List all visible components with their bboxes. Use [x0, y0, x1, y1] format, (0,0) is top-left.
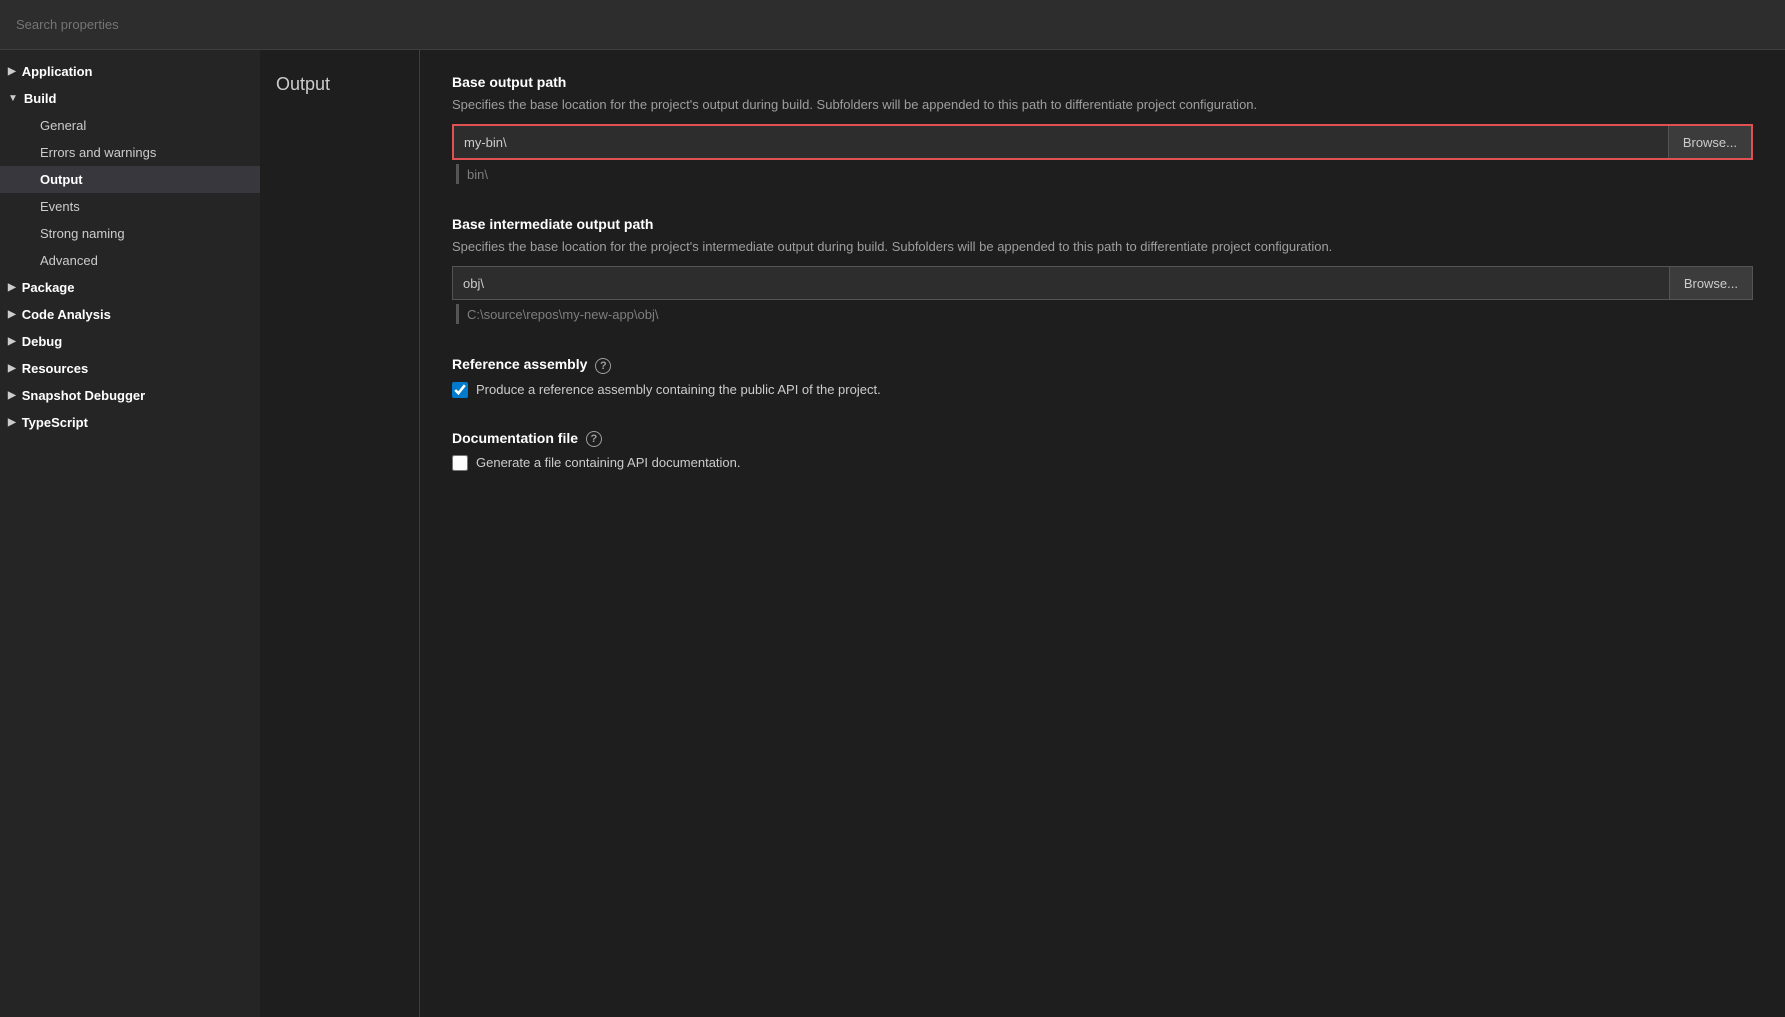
- reference-assembly-checkbox[interactable]: [452, 382, 468, 398]
- chevron-right-icon-codeanalysis: ▶: [8, 309, 16, 320]
- sidebar-item-snapshot-debugger[interactable]: ▶ Snapshot Debugger: [0, 382, 260, 409]
- chevron-down-icon: ▼: [8, 93, 18, 104]
- settings-panel: Base output path Specifies the base loca…: [420, 50, 1785, 1017]
- reference-assembly-help-icon[interactable]: ?: [595, 358, 611, 374]
- base-intermediate-path-description: Specifies the base location for the proj…: [452, 238, 1753, 256]
- section-title: Output: [276, 74, 403, 95]
- reference-assembly-label: Reference assembly ?: [452, 356, 1753, 373]
- hint-bar-output: [456, 164, 459, 184]
- base-output-hint: bin\: [467, 167, 488, 182]
- sidebar-item-typescript[interactable]: ▶ TypeScript: [0, 409, 260, 436]
- sidebar-item-application[interactable]: ▶ Application: [0, 58, 260, 85]
- chevron-right-icon-resources: ▶: [8, 363, 16, 374]
- sidebar-item-build-errors[interactable]: Errors and warnings: [0, 139, 260, 166]
- documentation-file-section: Documentation file ? Generate a file con…: [452, 430, 1753, 471]
- main-layout: ▶ Application ▼ Build General Errors and…: [0, 50, 1785, 1017]
- base-output-path-label: Base output path: [452, 74, 1753, 90]
- chevron-right-icon-package: ▶: [8, 282, 16, 293]
- base-intermediate-path-section: Base intermediate output path Specifies …: [452, 216, 1753, 324]
- sidebar-item-build-output[interactable]: Output: [0, 166, 260, 193]
- base-intermediate-input-row: Browse...: [452, 266, 1753, 300]
- base-intermediate-path-label: Base intermediate output path: [452, 216, 1753, 232]
- documentation-file-checkbox[interactable]: [452, 455, 468, 471]
- base-intermediate-hint-row: C:\source\repos\my-new-app\obj\: [452, 304, 1753, 324]
- sidebar-item-build[interactable]: ▼ Build: [0, 85, 260, 112]
- search-input[interactable]: [16, 17, 1769, 32]
- sidebar-item-build-general[interactable]: General: [0, 112, 260, 139]
- sidebar-item-build-advanced[interactable]: Advanced: [0, 247, 260, 274]
- base-output-input-row: Browse...: [452, 124, 1753, 160]
- section-title-panel: Output: [260, 50, 420, 1017]
- chevron-right-icon-typescript: ▶: [8, 417, 16, 428]
- base-output-browse-button[interactable]: Browse...: [1668, 126, 1751, 158]
- base-output-path-section: Base output path Specifies the base loca…: [452, 74, 1753, 184]
- base-output-input[interactable]: [454, 126, 1668, 158]
- sidebar-item-build-events[interactable]: Events: [0, 193, 260, 220]
- base-intermediate-input[interactable]: [453, 267, 1669, 299]
- reference-assembly-section: Reference assembly ? Produce a reference…: [452, 356, 1753, 397]
- base-intermediate-hint: C:\source\repos\my-new-app\obj\: [467, 307, 658, 322]
- documentation-file-help-icon[interactable]: ?: [586, 431, 602, 447]
- base-intermediate-browse-button[interactable]: Browse...: [1669, 267, 1752, 299]
- sidebar-item-resources[interactable]: ▶ Resources: [0, 355, 260, 382]
- hint-bar-intermediate: [456, 304, 459, 324]
- sidebar-item-build-strong[interactable]: Strong naming: [0, 220, 260, 247]
- base-output-hint-row: bin\: [452, 164, 1753, 184]
- chevron-right-icon-debug: ▶: [8, 336, 16, 347]
- chevron-right-icon: ▶: [8, 66, 16, 77]
- reference-assembly-description: Produce a reference assembly containing …: [476, 382, 881, 397]
- chevron-right-icon-snapshot: ▶: [8, 390, 16, 401]
- reference-assembly-checkbox-row: Produce a reference assembly containing …: [452, 382, 1753, 398]
- sidebar-item-code-analysis[interactable]: ▶ Code Analysis: [0, 301, 260, 328]
- base-output-path-description: Specifies the base location for the proj…: [452, 96, 1753, 114]
- sidebar-item-package[interactable]: ▶ Package: [0, 274, 260, 301]
- documentation-file-description: Generate a file containing API documenta…: [476, 455, 741, 470]
- documentation-file-checkbox-row: Generate a file containing API documenta…: [452, 455, 1753, 471]
- content-area: Output Base output path Specifies the ba…: [260, 50, 1785, 1017]
- documentation-file-label: Documentation file ?: [452, 430, 1753, 447]
- sidebar-item-debug[interactable]: ▶ Debug: [0, 328, 260, 355]
- sidebar: ▶ Application ▼ Build General Errors and…: [0, 50, 260, 1017]
- search-bar: [0, 0, 1785, 50]
